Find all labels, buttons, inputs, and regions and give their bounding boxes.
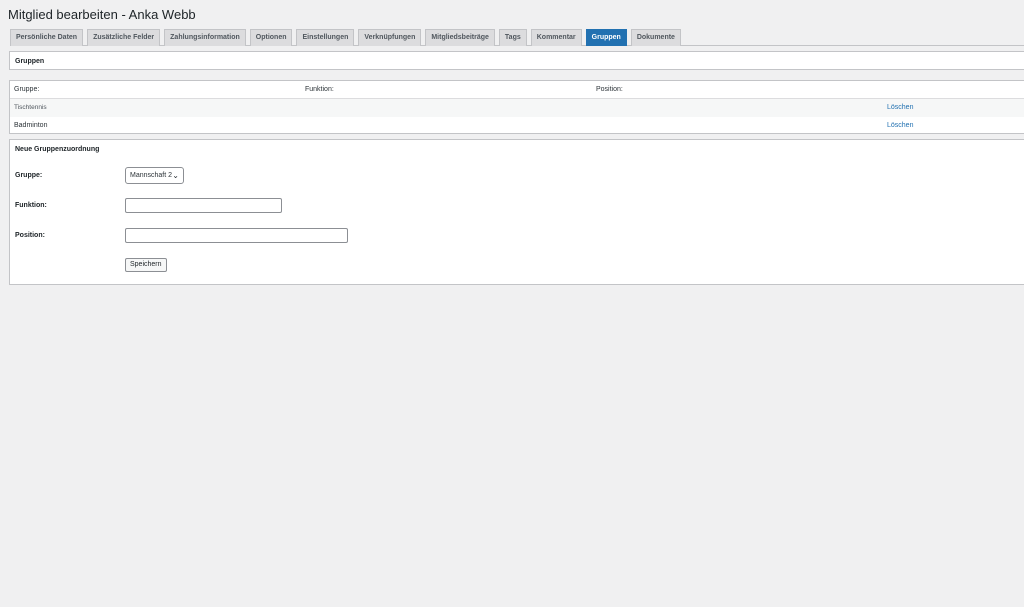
tab-optionen[interactable]: Optionen xyxy=(249,29,293,46)
group-name: Badminton xyxy=(14,122,48,129)
function-input[interactable] xyxy=(125,198,282,213)
group-select-value: Mannschaft 2 xyxy=(130,172,173,179)
groups-panel: Gruppen xyxy=(9,51,1024,70)
new-assignment-panel: Neue Gruppenzuordnung Gruppe: Mannschaft… xyxy=(9,139,1024,285)
group-name: Tischtennis xyxy=(14,104,47,111)
column-header-group: Gruppe: xyxy=(14,86,40,93)
tab-verknuepfungen[interactable]: Verknüpfungen xyxy=(358,29,422,46)
group-select[interactable]: Mannschaft 2 ⌄ xyxy=(125,167,184,184)
save-button[interactable]: Speichern xyxy=(125,258,167,272)
new-assignment-title: Neue Gruppenzuordnung xyxy=(15,146,100,153)
tab-mitgliedsbeitraege[interactable]: Mitgliedsbeiträge xyxy=(425,29,495,46)
delete-link[interactable]: Löschen xyxy=(887,104,913,111)
position-input[interactable] xyxy=(125,228,348,243)
column-header-position: Position: xyxy=(596,86,623,93)
column-header-function: Funktion: xyxy=(305,86,334,93)
tab-zusaetzliche-felder[interactable]: Zusätzliche Felder xyxy=(87,29,161,46)
position-label: Position: xyxy=(15,232,45,239)
function-label: Funktion: xyxy=(15,202,47,209)
table-row: Tischtennis Löschen xyxy=(10,99,1024,117)
tab-zahlungsinformation[interactable]: Zahlungsinformation xyxy=(164,29,246,46)
tab-tags[interactable]: Tags xyxy=(498,29,527,46)
table-row: Badminton Löschen xyxy=(10,117,1024,135)
group-label: Gruppe: xyxy=(15,172,43,179)
tab-gruppen[interactable]: Gruppen xyxy=(585,29,627,46)
tab-bar: Persönliche Daten Zusätzliche Felder Zah… xyxy=(10,29,1024,46)
chevron-down-icon: ⌄ xyxy=(172,171,179,180)
page-title: Mitglied bearbeiten - Anka Webb xyxy=(8,7,196,22)
tab-persoenliche-daten[interactable]: Persönliche Daten xyxy=(10,29,84,46)
delete-link[interactable]: Löschen xyxy=(887,122,913,129)
tab-dokumente[interactable]: Dokumente xyxy=(630,29,681,46)
groups-table: Gruppe: Funktion: Position: Tischtennis … xyxy=(9,80,1024,134)
table-header-row: Gruppe: Funktion: Position: xyxy=(10,81,1024,99)
tab-kommentar[interactable]: Kommentar xyxy=(530,29,582,46)
groups-panel-title: Gruppen xyxy=(15,58,45,65)
tab-einstellungen[interactable]: Einstellungen xyxy=(296,29,355,46)
